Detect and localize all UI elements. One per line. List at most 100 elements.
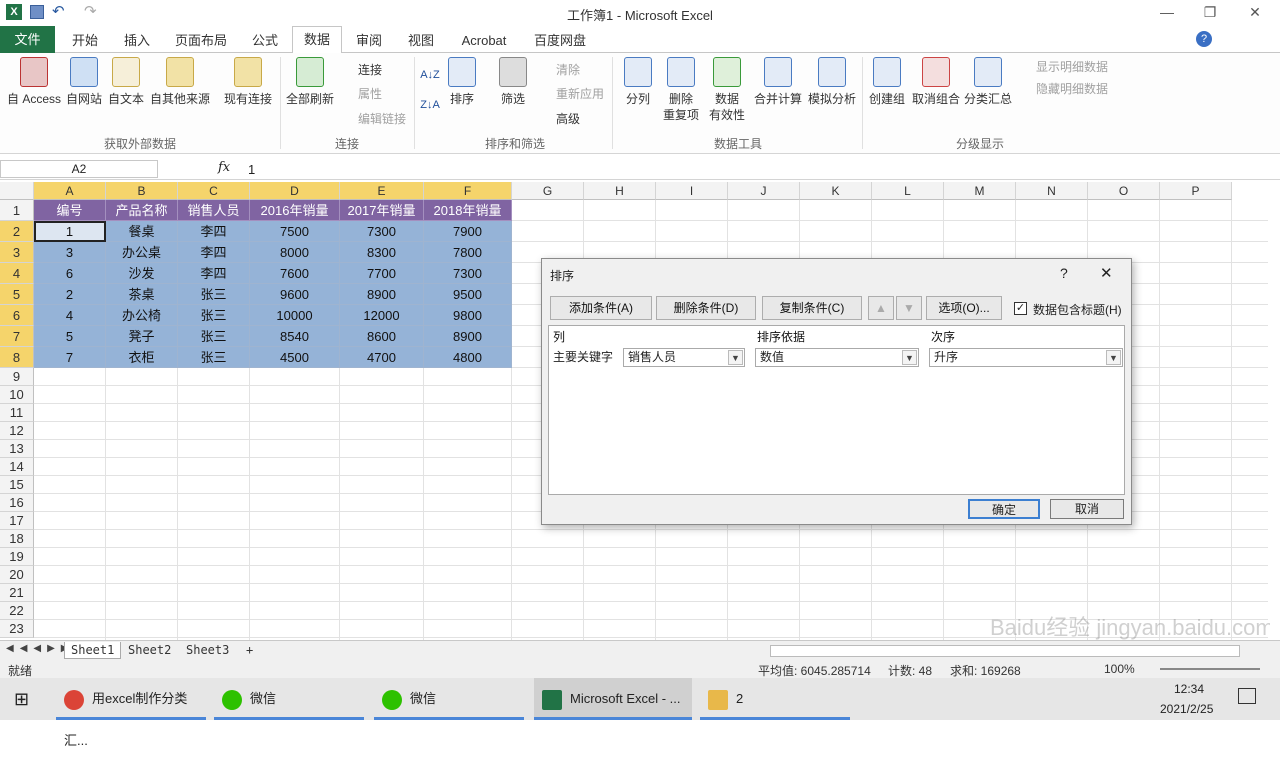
filter-button[interactable]: 筛选: [496, 57, 530, 107]
row-header-15[interactable]: 15: [0, 476, 34, 494]
fx-icon[interactable]: fx: [218, 160, 230, 175]
column-header-m[interactable]: M: [944, 182, 1016, 200]
table-cell[interactable]: 办公椅: [106, 305, 178, 326]
ungroup-button[interactable]: 取消组合: [910, 57, 962, 107]
subtotal-button[interactable]: 分类汇总: [962, 57, 1014, 107]
header-checkbox[interactable]: ✓: [1014, 302, 1027, 315]
table-cell[interactable]: 餐桌: [106, 221, 178, 242]
table-cell[interactable]: 5: [34, 326, 106, 347]
sort-button[interactable]: 排序: [446, 57, 478, 107]
tab-acrobat[interactable]: Acrobat: [452, 30, 516, 52]
column-header-l[interactable]: L: [872, 182, 944, 200]
table-cell[interactable]: 4500: [250, 347, 340, 368]
column-header-g[interactable]: G: [512, 182, 584, 200]
table-header-cell[interactable]: 销售人员: [178, 200, 250, 221]
new-sheet-icon[interactable]: +: [240, 642, 259, 659]
tab-data[interactable]: 数据: [292, 26, 342, 54]
row-header-23[interactable]: 23: [0, 620, 34, 638]
tab-page-layout[interactable]: 页面布局: [168, 30, 234, 52]
taskbar-item-chrome[interactable]: 用excel制作分类汇...: [56, 678, 206, 748]
cancel-button[interactable]: 取消: [1050, 499, 1124, 519]
row-header-7[interactable]: 7: [0, 326, 34, 347]
status-zoom[interactable]: 100%: [1104, 662, 1135, 676]
table-cell[interactable]: 7600: [250, 263, 340, 284]
what-if-button[interactable]: 模拟分析: [806, 57, 858, 107]
minimize-icon[interactable]: —: [1152, 4, 1182, 24]
existing-connections-button[interactable]: 现有连接: [220, 57, 276, 107]
sheet-tab-sheet1[interactable]: Sheet1: [64, 642, 122, 659]
ok-button[interactable]: 确定: [968, 499, 1040, 519]
tab-file[interactable]: 文件: [0, 26, 55, 53]
row-header-20[interactable]: 20: [0, 566, 34, 584]
table-cell[interactable]: 2: [34, 284, 106, 305]
add-level-button[interactable]: 添加条件(A): [550, 296, 652, 320]
remove-duplicates-button[interactable]: 删除 重复项: [660, 57, 702, 123]
table-cell[interactable]: 7300: [424, 263, 512, 284]
table-cell[interactable]: 9500: [424, 284, 512, 305]
dialog-help-icon[interactable]: ?: [1060, 265, 1068, 281]
table-cell[interactable]: 10000: [250, 305, 340, 326]
row-header-22[interactable]: 22: [0, 602, 34, 620]
row-header-9[interactable]: 9: [0, 368, 34, 386]
row-header-1[interactable]: 1: [0, 200, 34, 221]
sort-column-select[interactable]: 销售人员 ▼: [623, 348, 745, 367]
row-header-17[interactable]: 17: [0, 512, 34, 530]
table-cell[interactable]: 7700: [340, 263, 424, 284]
from-text-button[interactable]: 自文本: [106, 57, 146, 107]
row-header-5[interactable]: 5: [0, 284, 34, 305]
table-cell[interactable]: 凳子: [106, 326, 178, 347]
tab-formulas[interactable]: 公式: [244, 30, 286, 52]
table-header-cell[interactable]: 2017年销量: [340, 200, 424, 221]
table-header-cell[interactable]: 产品名称: [106, 200, 178, 221]
sheet-tab-sheet2[interactable]: Sheet2: [122, 642, 177, 659]
table-cell[interactable]: 6: [34, 263, 106, 284]
options-button[interactable]: 选项(O)...: [926, 296, 1002, 320]
table-cell[interactable]: 张三: [178, 326, 250, 347]
table-cell[interactable]: 8540: [250, 326, 340, 347]
table-cell[interactable]: 衣柜: [106, 347, 178, 368]
tab-review[interactable]: 审阅: [348, 30, 390, 52]
row-header-2[interactable]: 2: [0, 221, 34, 242]
from-other-button[interactable]: 自其他来源: [148, 57, 212, 107]
row-header-3[interactable]: 3: [0, 242, 34, 263]
formula-input[interactable]: 1: [248, 162, 255, 177]
table-cell[interactable]: 沙发: [106, 263, 178, 284]
table-cell[interactable]: 张三: [178, 347, 250, 368]
data-validation-button[interactable]: 数据 有效性: [704, 57, 750, 123]
taskbar-item-wechat-1[interactable]: 微信: [214, 678, 364, 720]
table-cell[interactable]: 7800: [424, 242, 512, 263]
taskbar-item-folder[interactable]: 2: [700, 678, 850, 720]
tab-home[interactable]: 开始: [62, 30, 108, 52]
table-header-cell[interactable]: 2016年销量: [250, 200, 340, 221]
order-select[interactable]: 升序 ▼: [929, 348, 1123, 367]
row-header-4[interactable]: 4: [0, 263, 34, 284]
copy-level-button[interactable]: 复制条件(C): [762, 296, 862, 320]
move-up-button[interactable]: ▲: [868, 296, 894, 320]
column-header-f[interactable]: F: [424, 182, 512, 200]
row-header-18[interactable]: 18: [0, 530, 34, 548]
table-cell[interactable]: 8300: [340, 242, 424, 263]
table-cell[interactable]: 8900: [424, 326, 512, 347]
sheet-tab-sheet3[interactable]: Sheet3: [180, 642, 235, 659]
table-cell[interactable]: 9800: [424, 305, 512, 326]
column-header-b[interactable]: B: [106, 182, 178, 200]
table-cell[interactable]: 8600: [340, 326, 424, 347]
table-cell[interactable]: 3: [34, 242, 106, 263]
tab-baidu-pan[interactable]: 百度网盘: [526, 30, 594, 52]
table-cell[interactable]: 张三: [178, 305, 250, 326]
table-cell[interactable]: 1: [34, 221, 106, 242]
table-cell[interactable]: 4: [34, 305, 106, 326]
column-header-d[interactable]: D: [250, 182, 340, 200]
table-cell[interactable]: 12000: [340, 305, 424, 326]
advanced-link[interactable]: 高级: [556, 110, 580, 127]
row-header-19[interactable]: 19: [0, 548, 34, 566]
column-header-c[interactable]: C: [178, 182, 250, 200]
column-header-h[interactable]: H: [584, 182, 656, 200]
table-cell[interactable]: 7300: [340, 221, 424, 242]
connections-link[interactable]: 连接: [358, 61, 382, 78]
table-cell[interactable]: 张三: [178, 284, 250, 305]
row-header-21[interactable]: 21: [0, 584, 34, 602]
table-cell[interactable]: 李四: [178, 242, 250, 263]
table-cell[interactable]: 7500: [250, 221, 340, 242]
row-header-13[interactable]: 13: [0, 440, 34, 458]
